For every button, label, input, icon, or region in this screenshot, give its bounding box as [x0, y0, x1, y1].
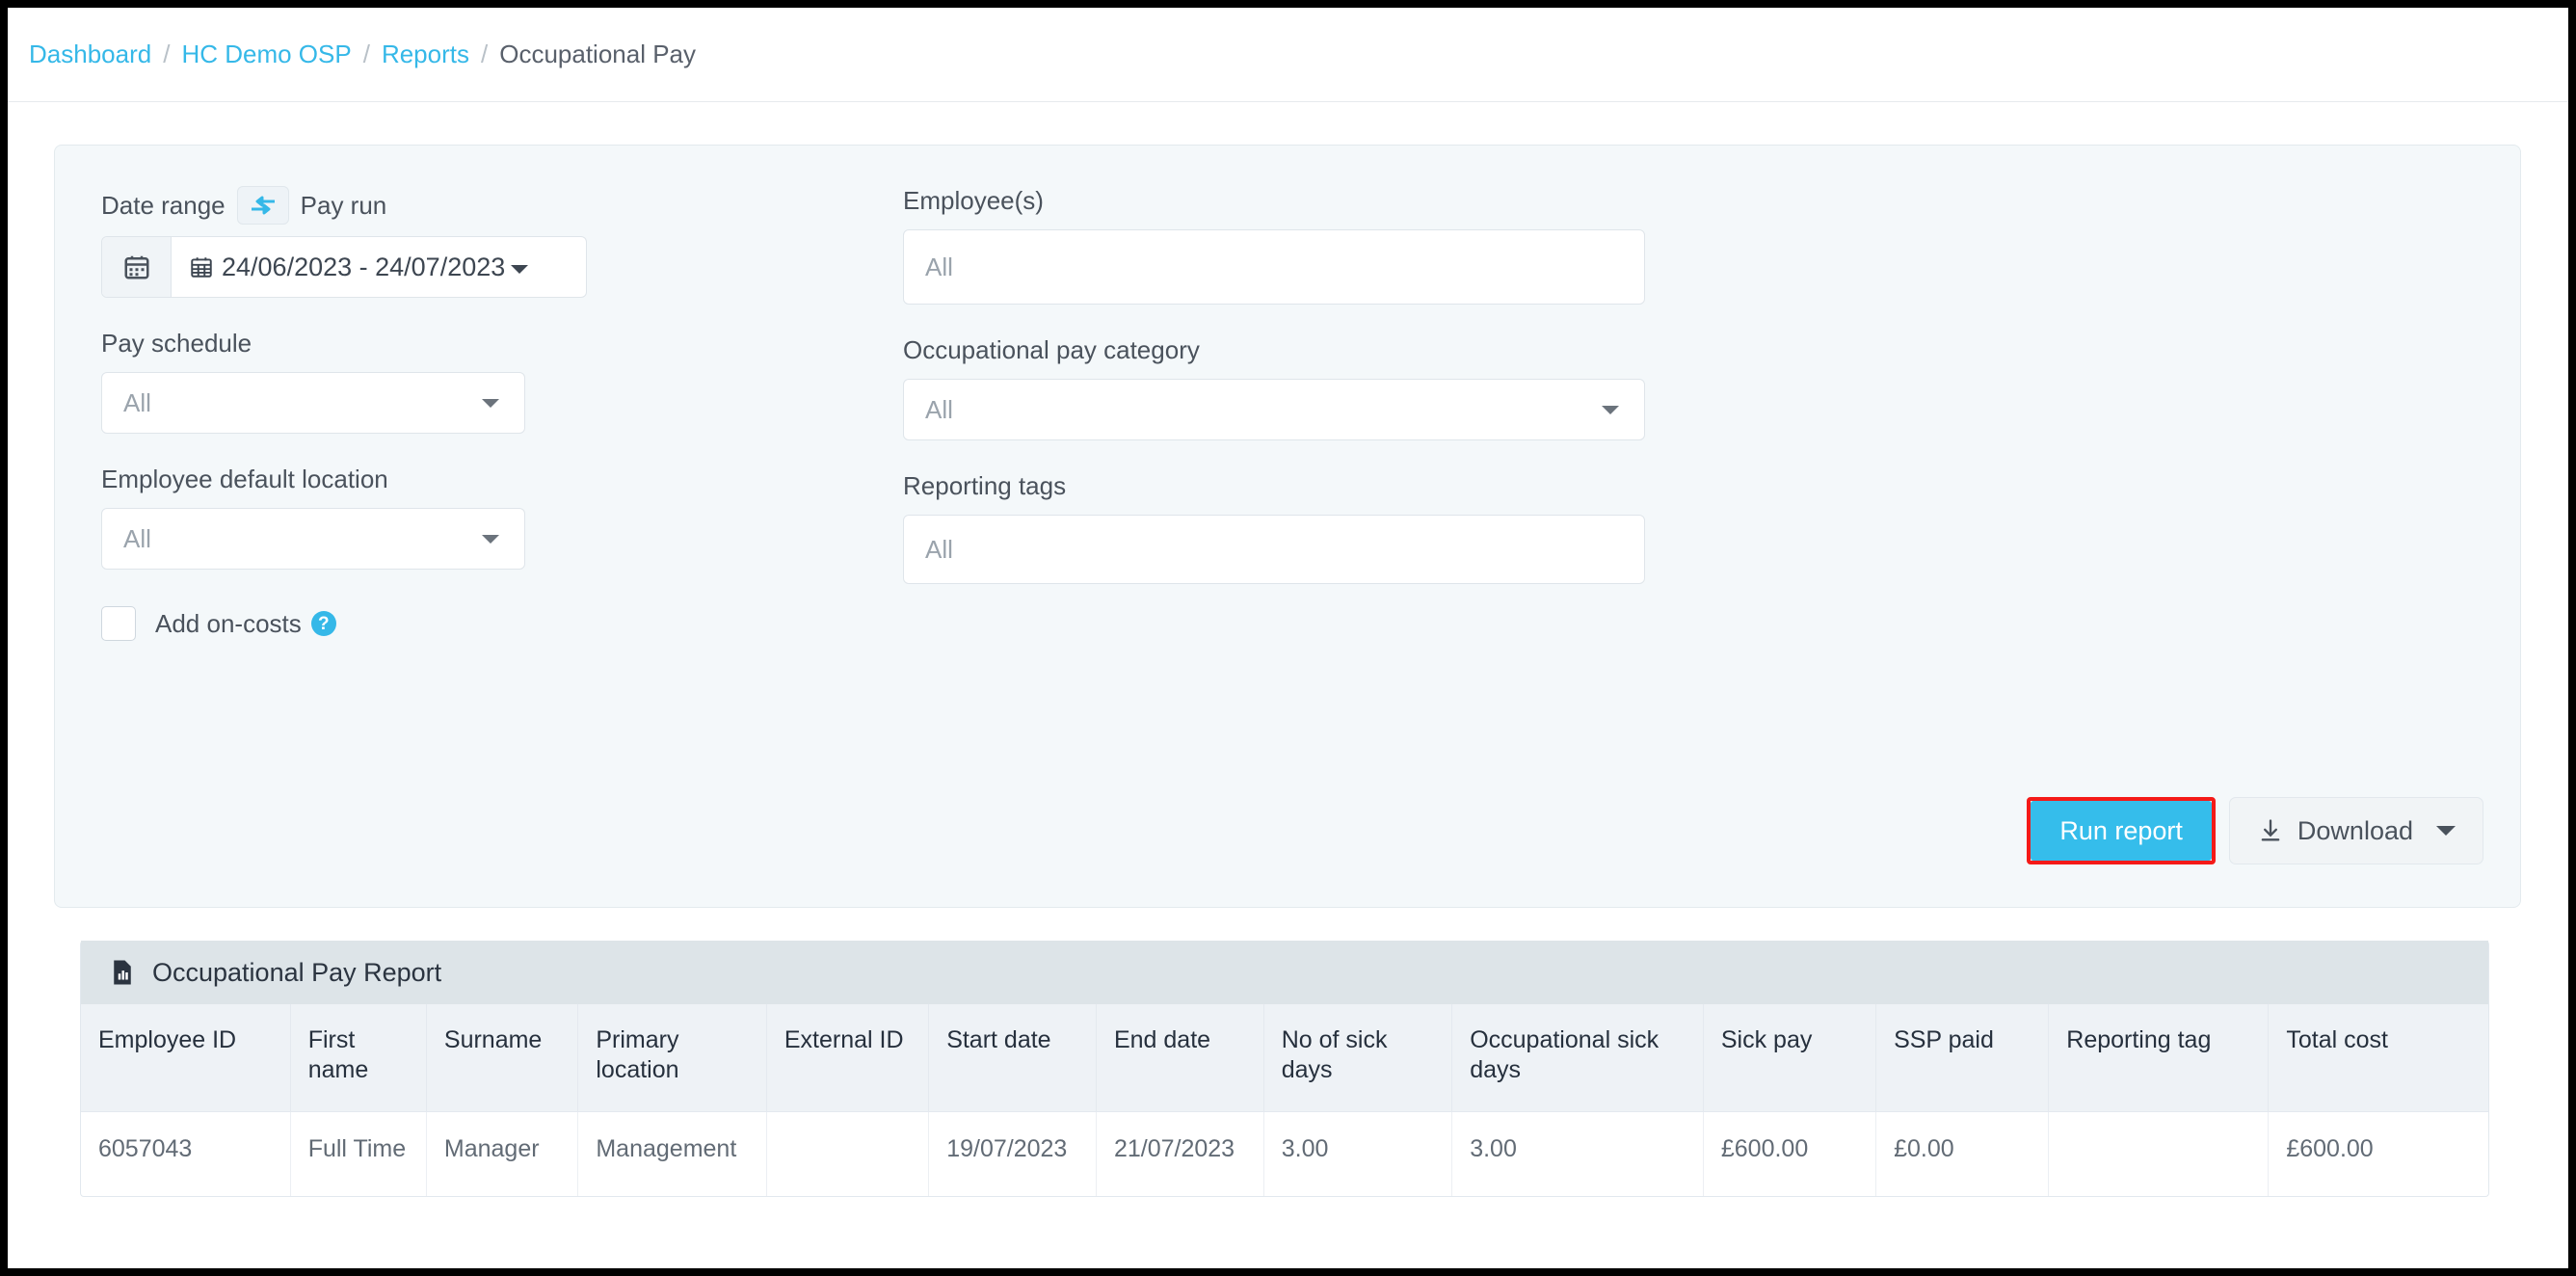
employee-default-location-value: All	[123, 523, 151, 553]
employees-field: Employee(s) All	[903, 186, 1674, 305]
reporting-tags-placeholder: All	[925, 534, 953, 564]
cell-surname: Manager	[426, 1111, 579, 1196]
cell-end-date: 21/07/2023	[1096, 1111, 1264, 1196]
download-button[interactable]: Download	[2228, 797, 2483, 864]
occupational-pay-category-select[interactable]: All	[903, 379, 1645, 440]
calendar-grid-icon	[189, 254, 214, 279]
filter-column-right: Employee(s) All Occupational pay categor…	[903, 186, 1674, 584]
breadcrumb-item-dashboard[interactable]: Dashboard	[29, 40, 151, 69]
cell-reporting-tag	[2048, 1111, 2270, 1196]
run-report-button[interactable]: Run report	[2031, 801, 2212, 861]
calendar-icon[interactable]	[102, 237, 172, 297]
breadcrumb-item-occupational-pay: Occupational Pay	[499, 40, 697, 68]
column-header-total-cost[interactable]: Total cost	[2268, 1004, 2488, 1112]
reporting-tags-input[interactable]: All	[903, 515, 1645, 584]
swap-horizontal-icon[interactable]	[236, 186, 289, 225]
chevron-down-icon	[482, 535, 499, 544]
chevron-down-icon	[482, 399, 499, 408]
date-range-field: Date range Pay run 24/06/2023 - 24/07/20…	[101, 186, 891, 298]
add-on-costs-checkbox[interactable]	[101, 606, 136, 641]
table-header-row: Employee ID First name Surname Primary l…	[81, 1004, 2488, 1112]
column-header-reporting-tag[interactable]: Reporting tag	[2048, 1004, 2270, 1112]
employee-default-location-field: Employee default location All	[101, 465, 891, 570]
table-row: 6057043 Full Time Manager Management 19/…	[81, 1111, 2488, 1196]
filter-column-left: Date range Pay run 24/06/2023 - 24/07/20…	[101, 186, 891, 641]
employee-default-location-label: Employee default location	[101, 465, 388, 493]
report-title: Occupational Pay Report	[152, 957, 442, 987]
cell-occupational-sick-days: 3.00	[1451, 1111, 1704, 1196]
column-header-surname[interactable]: Surname	[426, 1004, 579, 1112]
cell-external-id	[766, 1111, 930, 1196]
question-mark-icon[interactable]: ?	[310, 611, 336, 636]
add-on-costs-row: Add on-costs ?	[101, 606, 891, 641]
employees-placeholder: All	[925, 252, 953, 281]
report-card-header: Occupational Pay Report	[81, 941, 2488, 1004]
date-range-label-row: Date range Pay run	[101, 186, 891, 225]
column-header-no-of-sick-days[interactable]: No of sick days	[1263, 1004, 1453, 1112]
column-header-start-date[interactable]: Start date	[928, 1004, 1097, 1112]
column-header-occupational-sick-days[interactable]: Occupational sick days	[1451, 1004, 1704, 1112]
chevron-down-icon	[1602, 406, 1619, 414]
date-range-value-button[interactable]: 24/06/2023 - 24/07/2023	[172, 237, 586, 297]
pay-schedule-field: Pay schedule All	[101, 329, 891, 434]
cell-no-of-sick-days: 3.00	[1263, 1111, 1453, 1196]
run-report-highlight: Run report	[2027, 797, 2216, 864]
download-label: Download	[2297, 815, 2413, 845]
pay-schedule-select[interactable]: All	[101, 372, 525, 434]
chevron-down-icon	[511, 264, 529, 274]
employee-default-location-select[interactable]: All	[101, 508, 525, 570]
column-header-employee-id[interactable]: Employee ID	[81, 1004, 291, 1112]
filter-panel: Date range Pay run 24/06/2023 - 24/07/20…	[54, 145, 2521, 908]
breadcrumb: Dashboard / HC Demo OSP / Reports / Occu…	[8, 8, 2568, 102]
pay-schedule-value: All	[123, 387, 151, 417]
cell-employee-id: 6057043	[81, 1111, 291, 1196]
cell-total-cost: £600.00	[2286, 1134, 2374, 1162]
cell-start-date: 19/07/2023	[928, 1111, 1097, 1196]
column-header-sick-pay[interactable]: Sick pay	[1703, 1004, 1877, 1112]
cell-primary-location: Management	[577, 1111, 767, 1196]
breadcrumb-item-hc-demo-osp[interactable]: HC Demo OSP	[181, 40, 351, 69]
app-frame: Dashboard / HC Demo OSP / Reports / Occu…	[8, 8, 2568, 1268]
column-header-external-id[interactable]: External ID	[766, 1004, 930, 1112]
download-icon	[2257, 817, 2284, 844]
cell-ssp-paid: £0.00	[1875, 1111, 2050, 1196]
add-on-costs-label: Add on-costs	[155, 608, 302, 638]
date-range-label: Date range	[101, 190, 226, 220]
breadcrumb-item-reports[interactable]: Reports	[382, 40, 469, 69]
filter-actions: Run report Download	[2027, 797, 2483, 864]
column-header-primary-location[interactable]: Primary location	[577, 1004, 767, 1112]
date-range-value-text: 24/06/2023 - 24/07/2023	[222, 252, 506, 281]
column-header-first-name[interactable]: First name	[290, 1004, 427, 1112]
breadcrumb-separator: /	[163, 40, 171, 68]
cell-sick-pay: £600.00	[1703, 1111, 1877, 1196]
report-document-icon	[108, 958, 137, 987]
breadcrumb-separator: /	[480, 40, 489, 68]
breadcrumb-separator: /	[362, 40, 370, 68]
cell-first-name: Full Time	[290, 1111, 427, 1196]
occupational-pay-category-value: All	[925, 394, 953, 424]
employees-input[interactable]: All	[903, 229, 1645, 305]
pay-run-label[interactable]: Pay run	[301, 191, 387, 221]
column-header-end-date[interactable]: End date	[1096, 1004, 1264, 1112]
column-header-ssp-paid[interactable]: SSP paid	[1875, 1004, 2050, 1112]
report-table: Employee ID First name Surname Primary l…	[81, 1004, 2488, 1196]
occupational-pay-category-field: Occupational pay category All	[903, 335, 1674, 440]
date-range-picker[interactable]: 24/06/2023 - 24/07/2023	[101, 236, 587, 298]
occupational-pay-category-label: Occupational pay category	[903, 335, 1200, 364]
report-card: Occupational Pay Report Employee ID Firs…	[80, 941, 2489, 1197]
reporting-tags-field: Reporting tags All	[903, 471, 1674, 584]
pay-schedule-label: Pay schedule	[101, 329, 252, 358]
employees-label: Employee(s)	[903, 186, 1044, 215]
chevron-down-icon	[2436, 826, 2456, 836]
reporting-tags-label: Reporting tags	[903, 471, 1067, 500]
